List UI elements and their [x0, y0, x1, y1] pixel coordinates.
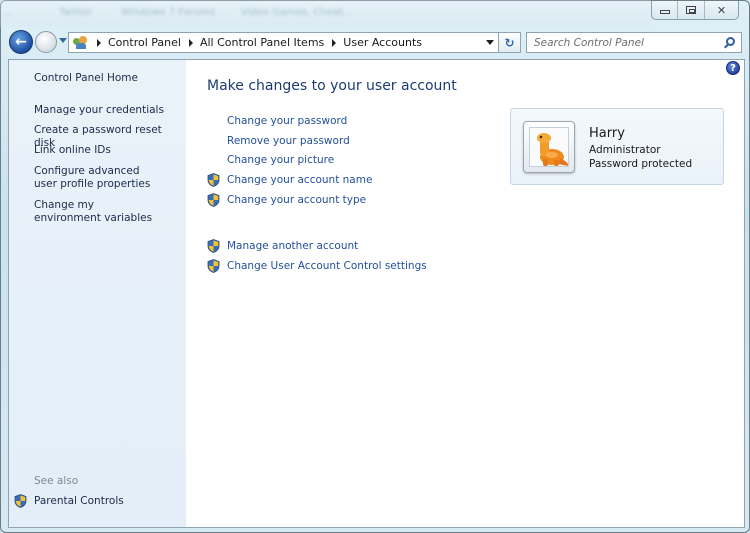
restore-icon [686, 6, 697, 14]
change-account-name-link[interactable]: Change your account name [227, 174, 372, 186]
breadcrumb-control-panel[interactable]: Control Panel [108, 36, 181, 49]
dinosaur-avatar-image [529, 127, 569, 167]
sidebar-control-panel-home[interactable]: Control Panel Home [34, 72, 182, 85]
uac-shield-icon [14, 494, 27, 508]
refresh-button[interactable]: ↻ [499, 32, 521, 53]
see-also-heading: See also [34, 475, 79, 487]
search-input[interactable] [534, 36, 719, 49]
breadcrumb-chevron-icon[interactable] [332, 38, 337, 47]
sidebar: Control Panel Home Manage your credentia… [9, 60, 186, 527]
caption-buttons: ✕ [651, 1, 739, 20]
ghost-item: Video Games, Cheat... [241, 7, 353, 18]
breadcrumb-chevron-icon[interactable] [97, 38, 101, 47]
change-account-type-link[interactable]: Change your account type [227, 194, 366, 206]
navigation-bar: ← Control Panel All Control Panel Items … [7, 30, 745, 56]
account-password-status: Password protected [589, 158, 693, 170]
content-pane: Control Panel Home Manage your credentia… [8, 59, 745, 528]
sidebar-item-manage-credentials[interactable]: Manage your credentials [34, 104, 182, 117]
remove-password-link[interactable]: Remove your password [227, 135, 350, 147]
help-icon[interactable]: ? [726, 61, 740, 75]
help-glyph: ? [730, 62, 736, 74]
ghost-item: Windows 7 Forums [121, 7, 216, 18]
back-button[interactable]: ← [9, 30, 33, 54]
page-title: Make changes to your user account [207, 78, 457, 94]
ghost-item: ... [3, 7, 13, 18]
account-name: Harry [589, 126, 625, 141]
uac-shield-icon [207, 173, 220, 187]
forward-button[interactable] [35, 31, 57, 53]
minimize-icon [659, 10, 670, 14]
breadcrumb-all-items[interactable]: All Control Panel Items [200, 36, 324, 49]
search-box [526, 32, 742, 53]
account-type: Administrator [589, 144, 661, 156]
sidebar-item-link-online-ids[interactable]: Link online IDs [34, 144, 182, 157]
refresh-icon: ↻ [504, 35, 515, 50]
change-uac-settings-link[interactable]: Change User Account Control settings [227, 260, 427, 272]
manage-another-account-link[interactable]: Manage another account [227, 240, 358, 252]
ghost-item: Twitter [59, 7, 93, 18]
change-picture-link[interactable]: Change your picture [227, 154, 334, 166]
address-bar[interactable]: Control Panel All Control Panel Items Us… [68, 32, 499, 53]
back-arrow-icon: ← [15, 34, 27, 50]
see-also-parental-controls[interactable]: Parental Controls [14, 494, 124, 508]
window-frame: ... Twitter Windows 7 Forums Video Games… [0, 0, 750, 533]
search-icon[interactable] [726, 37, 735, 46]
recent-pages-dropdown[interactable] [59, 38, 67, 43]
close-button[interactable]: ✕ [705, 1, 738, 19]
breadcrumb-chevron-icon[interactable] [188, 38, 193, 47]
change-password-link[interactable]: Change your password [227, 115, 347, 127]
account-card: Harry Administrator Password protected [510, 108, 724, 185]
uac-shield-icon [207, 239, 220, 253]
close-icon: ✕ [716, 3, 727, 17]
user-accounts-icon [73, 35, 89, 50]
breadcrumb-user-accounts[interactable]: User Accounts [343, 36, 422, 49]
sidebar-item-environment-variables[interactable]: Change my environment variables [34, 199, 164, 225]
parental-controls-link[interactable]: Parental Controls [34, 495, 124, 507]
address-dropdown-icon[interactable] [486, 40, 494, 45]
minimize-button[interactable] [652, 1, 679, 19]
avatar[interactable] [523, 121, 575, 173]
uac-shield-icon [207, 193, 220, 207]
maximize-button[interactable] [678, 1, 705, 19]
background-window-strip: ... Twitter Windows 7 Forums Video Games… [1, 1, 651, 27]
sidebar-item-advanced-profile[interactable]: Configure advanced user profile properti… [34, 165, 164, 191]
uac-shield-icon [207, 259, 220, 273]
